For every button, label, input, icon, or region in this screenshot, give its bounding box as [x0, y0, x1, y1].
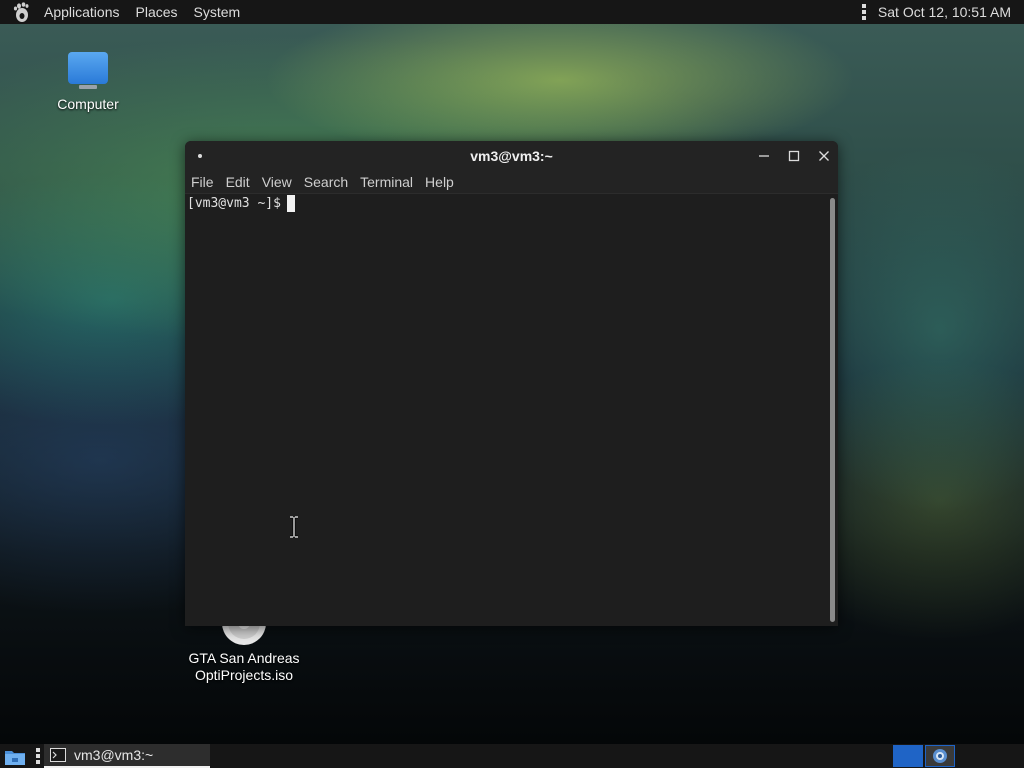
- ibeam-cursor-icon: [290, 516, 298, 538]
- taskbar-button-terminal[interactable]: vm3@vm3:~: [44, 744, 210, 768]
- terminal-icon: [50, 748, 66, 762]
- panel-handle-icon[interactable]: [861, 4, 866, 20]
- bottom-panel: vm3@vm3:~: [0, 744, 1024, 768]
- menu-file[interactable]: File: [185, 174, 220, 190]
- text-cursor: [286, 195, 295, 212]
- menu-help[interactable]: Help: [419, 174, 460, 190]
- taskbar-handle-icon[interactable]: [36, 748, 40, 764]
- scrollbar-thumb[interactable]: [830, 198, 835, 622]
- menu-edit[interactable]: Edit: [220, 174, 256, 190]
- terminal-output[interactable]: [vm3@vm3 ~]$: [185, 194, 828, 626]
- workspace-2[interactable]: [925, 745, 955, 767]
- prompt-line: [vm3@vm3 ~]$: [187, 195, 295, 212]
- menu-view[interactable]: View: [256, 174, 298, 190]
- applications-menu[interactable]: Applications: [36, 4, 128, 20]
- workspace-switcher: [893, 745, 955, 767]
- terminal-window[interactable]: vm3@vm3:~ File Edit View Search Terminal…: [185, 141, 838, 626]
- minimize-icon[interactable]: [755, 147, 773, 165]
- top-panel: Applications Places System Sat Oct 12, 1…: [0, 0, 1024, 24]
- show-desktop-icon[interactable]: [4, 747, 26, 766]
- menu-terminal[interactable]: Terminal: [354, 174, 419, 190]
- menu-search[interactable]: Search: [298, 174, 354, 190]
- window-title: vm3@vm3:~: [470, 148, 553, 164]
- clock[interactable]: Sat Oct 12, 10:51 AM: [878, 4, 1011, 20]
- shell-prompt: [vm3@vm3 ~]$: [187, 196, 281, 211]
- terminal-menubar: File Edit View Search Terminal Help: [185, 171, 838, 194]
- desktop-icon-computer[interactable]: Computer: [48, 48, 128, 113]
- desktop-icon-label: Computer: [57, 96, 119, 112]
- close-icon[interactable]: [815, 147, 833, 165]
- system-menu[interactable]: System: [186, 4, 249, 20]
- desktop-icon-label-line2: OptiProjects.iso: [194, 667, 294, 683]
- desktop-icon-label-line1: GTA San Andreas: [188, 650, 300, 666]
- workspace-app-icon: [933, 749, 947, 763]
- computer-icon: [68, 52, 108, 89]
- gnome-foot-icon[interactable]: [10, 1, 32, 23]
- window-titlebar[interactable]: vm3@vm3:~: [185, 141, 838, 171]
- terminal-scrollbar[interactable]: [828, 194, 838, 626]
- places-menu[interactable]: Places: [128, 4, 186, 20]
- maximize-icon[interactable]: [785, 147, 803, 165]
- workspace-1[interactable]: [893, 745, 923, 767]
- taskbar-button-label: vm3@vm3:~: [74, 747, 154, 763]
